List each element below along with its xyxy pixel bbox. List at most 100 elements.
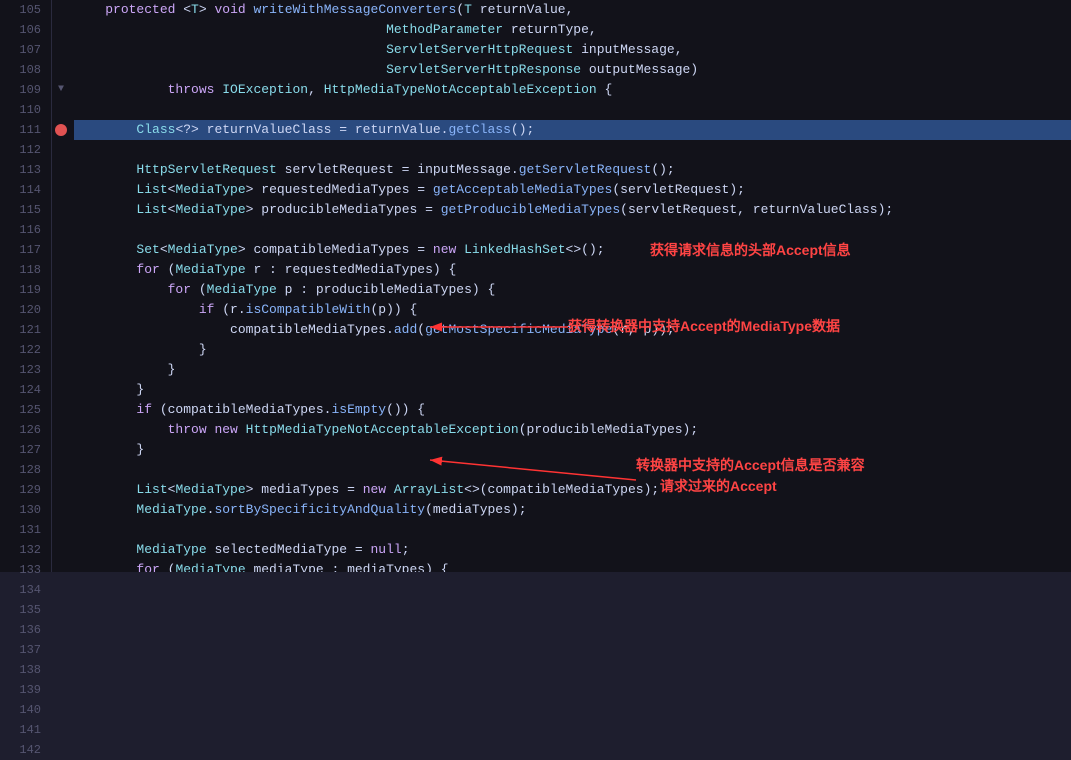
gutter-138 (52, 660, 70, 680)
line-number-131: 131 (0, 520, 41, 540)
code-token: getClass (448, 120, 510, 140)
code-line-113: HttpServletRequest servletRequest = inpu… (74, 160, 1071, 180)
line-number-126: 126 (0, 420, 41, 440)
code-line-126: throw new HttpMediaTypeNotAcceptableExce… (74, 420, 1071, 440)
code-line-124: } (74, 380, 1071, 400)
gutter-127 (52, 440, 70, 460)
gutter-117 (52, 240, 70, 260)
code-line-129: List<MediaType> mediaTypes = new ArrayLi… (74, 480, 1071, 500)
code-token (456, 240, 464, 260)
code-token: void (214, 0, 245, 20)
code-token: < (168, 180, 176, 200)
code-line-116 (74, 220, 1071, 240)
line-number-114: 114 (0, 180, 41, 200)
code-token (386, 480, 394, 500)
code-line-106: MethodParameter returnType, (74, 20, 1071, 40)
line-number-116: 116 (0, 220, 41, 240)
code-line-123: } (74, 360, 1071, 380)
code-line-131 (74, 520, 1071, 540)
gutter-120 (52, 300, 70, 320)
code-token: new (363, 480, 386, 500)
code-line-112 (74, 140, 1071, 160)
code-line-119: for (MediaType p : producibleMediaTypes)… (74, 280, 1071, 300)
gutter-105 (52, 0, 70, 20)
code-token: getServletRequest (519, 160, 652, 180)
code-token: > requestedMediaTypes = (246, 180, 433, 200)
code-token: getProducibleMediaTypes (441, 200, 620, 220)
gutter: ▼ (52, 0, 70, 572)
gutter-125 (52, 400, 70, 420)
code-token (74, 560, 136, 572)
code-token: MediaType (136, 500, 206, 520)
code-token (74, 240, 136, 260)
gutter-128 (52, 460, 70, 480)
code-token: inputMessage, (573, 40, 682, 60)
code-token: getAcceptableMediaTypes (433, 180, 612, 200)
code-line-108: ServletServerHttpResponse outputMessage) (74, 60, 1071, 80)
code-token: ( (160, 560, 176, 572)
gutter-122 (52, 340, 70, 360)
gutter-106 (52, 20, 70, 40)
gutter-123 (52, 360, 70, 380)
code-token (238, 420, 246, 440)
line-number-123: 123 (0, 360, 41, 380)
code-token (74, 200, 136, 220)
code-token: ; (597, 240, 605, 260)
line-number-139: 139 (0, 680, 41, 700)
code-token: ArrayList (394, 480, 464, 500)
code-token (74, 20, 386, 40)
code-token: < (160, 240, 168, 260)
line-number-135: 135 (0, 600, 41, 620)
line-numbers: 1051061071081091101111121131141151161171… (0, 0, 52, 572)
code-token (74, 160, 136, 180)
code-token: new (433, 240, 456, 260)
code-token: } (168, 360, 176, 380)
code-token (74, 540, 136, 560)
gutter-121 (52, 320, 70, 340)
code-token: } (136, 440, 144, 460)
code-token: (servletRequest); (612, 180, 745, 200)
code-token: List (136, 200, 167, 220)
code-token (207, 420, 215, 440)
code-token: (); (511, 120, 534, 140)
gutter-141 (52, 720, 70, 740)
code-token: if (199, 300, 215, 320)
code-token: ( (456, 0, 464, 20)
line-number-106: 106 (0, 20, 41, 40)
code-token: MediaType (175, 200, 245, 220)
code-token: HttpMediaTypeNotAcceptableException (246, 420, 519, 440)
code-line-110 (74, 100, 1071, 120)
code-token: servletRequest = inputMessage. (277, 160, 519, 180)
code-token: returnType, (503, 20, 597, 40)
line-number-122: 122 (0, 340, 41, 360)
line-number-120: 120 (0, 300, 41, 320)
line-number-136: 136 (0, 620, 41, 640)
code-token: sortBySpecificityAndQuality (214, 500, 425, 520)
code-line-128 (74, 460, 1071, 480)
code-token: MethodParameter (386, 20, 503, 40)
code-token: MediaType (207, 280, 277, 300)
code-token (74, 40, 386, 60)
gutter-140 (52, 700, 70, 720)
code-token: , (308, 80, 324, 100)
code-token: isEmpty (331, 400, 386, 420)
code-token (74, 80, 168, 100)
code-token (74, 400, 136, 420)
code-token: compatibleMediaTypes. (230, 320, 394, 340)
code-token: ( (417, 320, 425, 340)
code-token: selectedMediaType = (207, 540, 371, 560)
line-number-113: 113 (0, 160, 41, 180)
code-line-133: for (MediaType mediaType : mediaTypes) { (74, 560, 1071, 572)
code-token: ()) { (386, 400, 425, 420)
code-token: > mediaTypes = (246, 480, 363, 500)
code-token: MediaType (175, 260, 245, 280)
code-token: new (214, 420, 237, 440)
code-line-121: compatibleMediaTypes.add(getMostSpecific… (74, 320, 1071, 340)
gutter-109: ▼ (52, 80, 70, 100)
gutter-107 (52, 40, 70, 60)
line-number-124: 124 (0, 380, 41, 400)
code-token: for (136, 260, 159, 280)
code-token: MediaType (175, 560, 245, 572)
code-token (246, 0, 254, 20)
line-number-140: 140 (0, 700, 41, 720)
